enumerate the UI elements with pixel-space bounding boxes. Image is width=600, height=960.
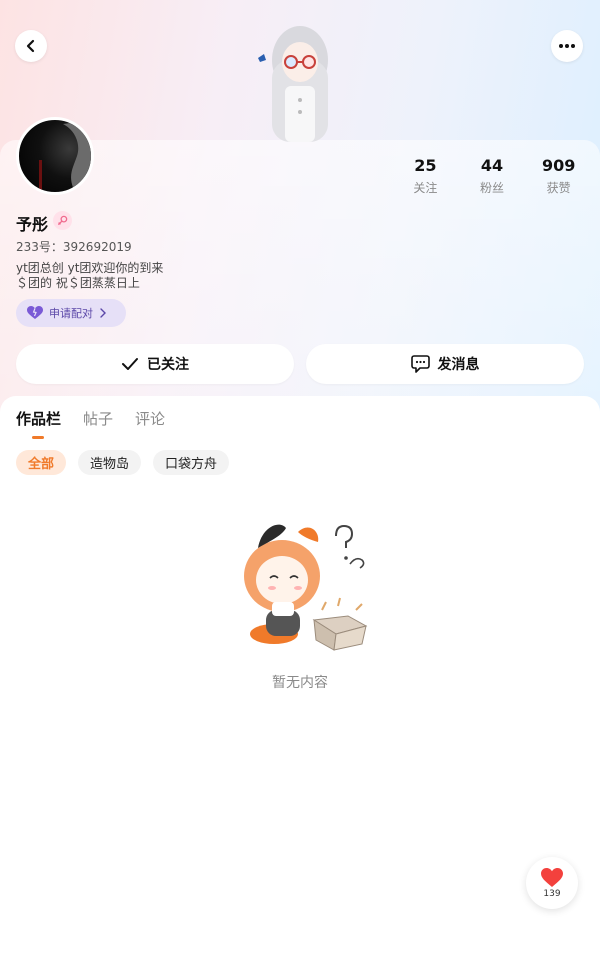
like-button[interactable]: 139: [526, 857, 578, 909]
like-count: 139: [543, 888, 561, 899]
bio-line: yt团总创 yt团欢迎你的到来: [16, 261, 164, 275]
follow-label: 已关注: [147, 357, 189, 373]
filter-chips: 全部 造物岛 口袋方舟: [16, 450, 230, 475]
empty-state-illustration: [244, 524, 368, 651]
stat-label: 粉丝: [480, 181, 505, 195]
tab-comments[interactable]: 评论: [135, 408, 165, 429]
stat-label: 关注: [413, 181, 438, 195]
stat-likes[interactable]: 909 获赞: [525, 156, 592, 196]
back-button[interactable]: [15, 30, 47, 62]
heart-icon: [541, 867, 563, 887]
avatar-image: [39, 120, 91, 192]
empty-state-text: 暂无内容: [272, 675, 328, 691]
username: 予彤: [16, 215, 49, 234]
stat-value: 25: [414, 156, 437, 175]
request-pair-label: 申请配对: [49, 307, 93, 320]
filter-creation-island[interactable]: 造物岛: [78, 450, 142, 475]
send-message-button[interactable]: 发消息: [306, 344, 584, 384]
more-button[interactable]: [551, 30, 583, 62]
filter-pocket-ark[interactable]: 口袋方舟: [153, 450, 230, 475]
gender-badge: [53, 211, 72, 230]
bio-line: ＄团的 祝＄团蒸蒸日上: [16, 276, 140, 290]
stat-followers[interactable]: 44 粉丝: [459, 156, 526, 196]
avatar[interactable]: [16, 117, 94, 195]
filter-all[interactable]: 全部: [16, 450, 67, 475]
user-id: 233号：392692019: [16, 240, 132, 254]
more-icon: [559, 44, 575, 48]
send-message-label: 发消息: [437, 357, 480, 373]
stat-label: 获赞: [546, 181, 571, 195]
profile-stats: 25 关注 44 粉丝 909 获赞: [392, 156, 592, 196]
back-icon: [26, 39, 35, 53]
bio: yt团总创 yt团欢迎你的到来 ＄团的 祝＄团蒸蒸日上: [16, 261, 163, 291]
chevron-right-icon: [100, 308, 106, 318]
tab-works[interactable]: 作品栏: [16, 408, 61, 429]
active-tab-indicator: [32, 436, 44, 439]
banner-character-illustration: [258, 26, 328, 142]
female-icon: [57, 215, 68, 226]
stat-value: 44: [480, 156, 504, 175]
stat-following[interactable]: 25 关注: [392, 156, 459, 196]
content-tabs: 作品栏 帖子 评论: [16, 408, 165, 429]
check-icon: [122, 358, 138, 370]
stat-value: 909: [541, 156, 576, 175]
chat-icon: [410, 355, 430, 373]
request-pair-button[interactable]: 申请配对: [16, 299, 126, 327]
tab-posts[interactable]: 帖子: [83, 408, 113, 429]
follow-button[interactable]: 已关注: [16, 344, 294, 384]
heart-pair-icon: [27, 306, 43, 319]
